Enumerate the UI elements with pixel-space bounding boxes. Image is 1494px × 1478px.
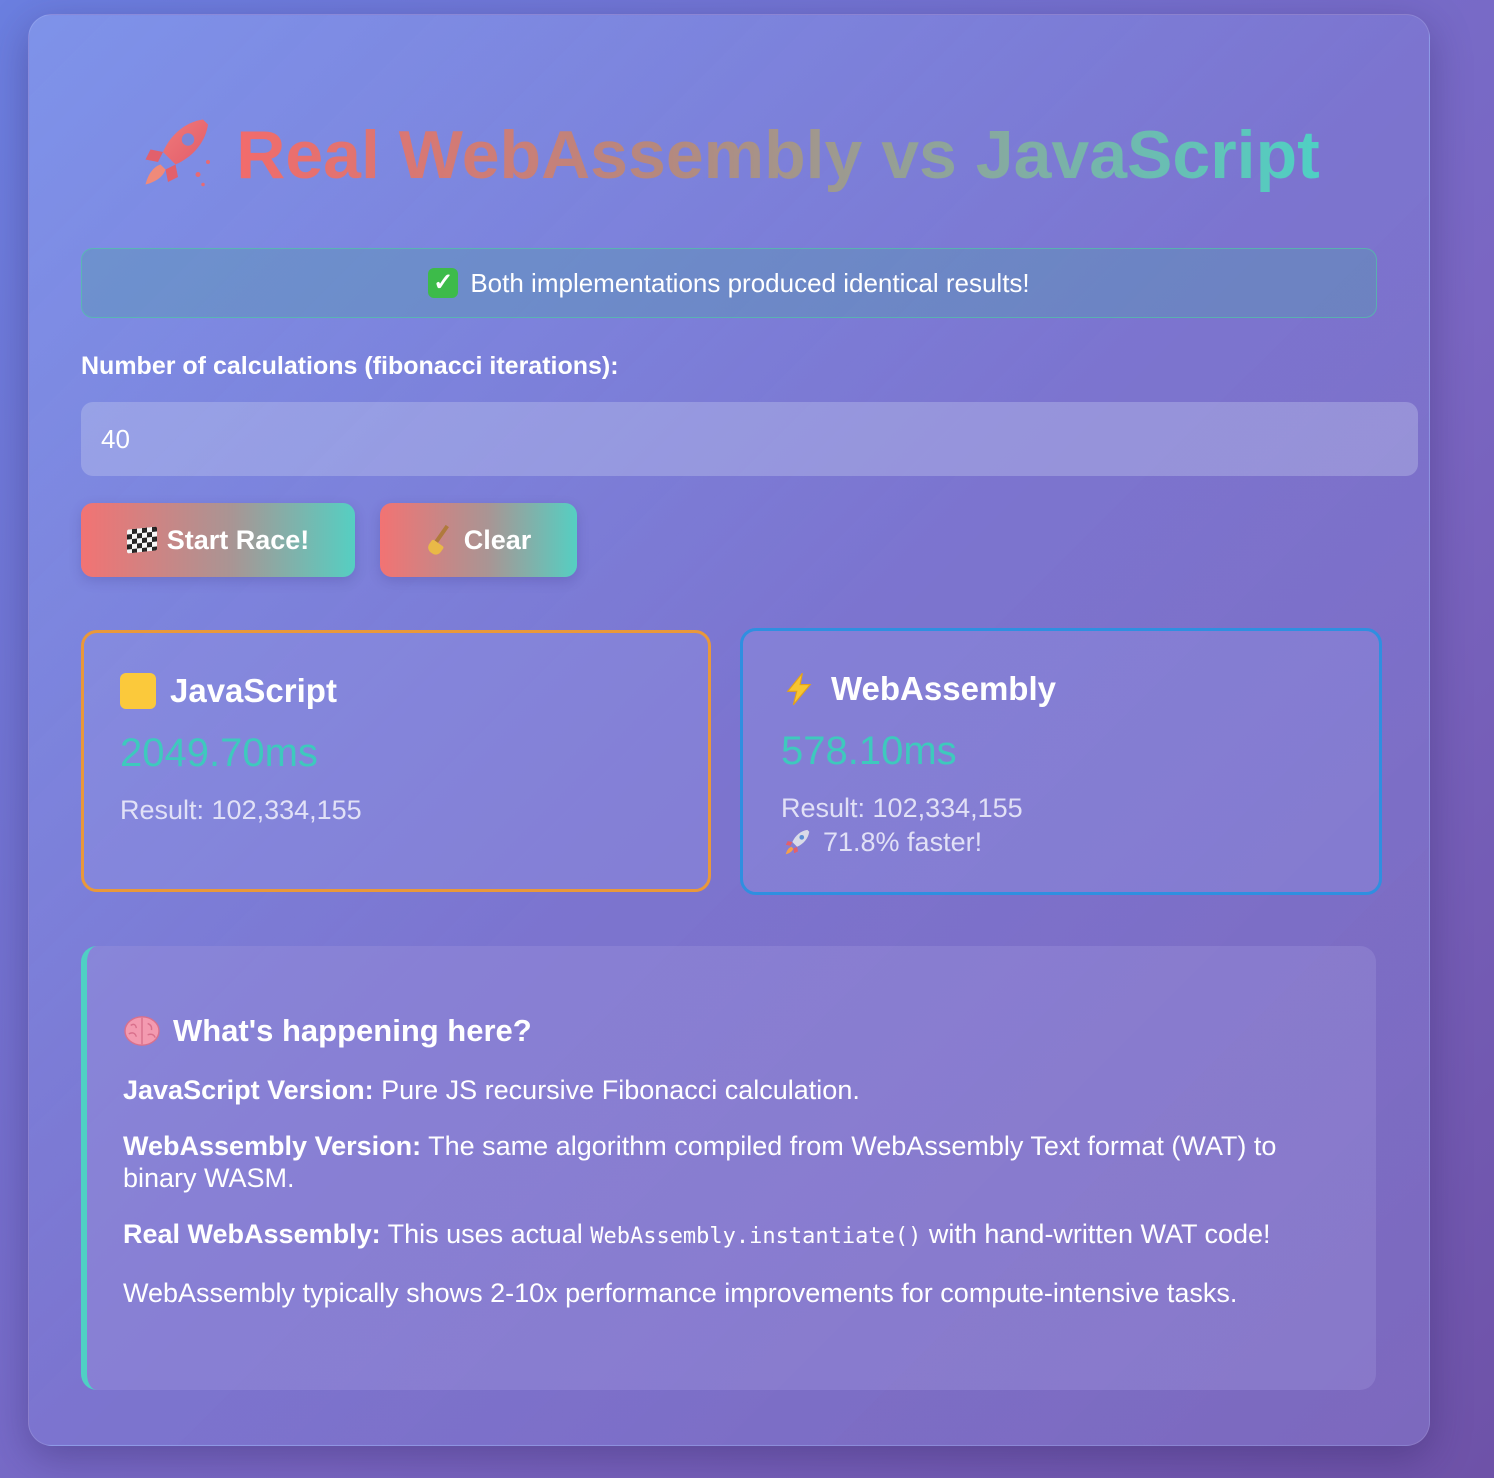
webassembly-result: Result: 102,334,155 xyxy=(781,793,1023,823)
title-text: Real WebAssembly vs JavaScript xyxy=(236,117,1320,193)
real-webassembly-text-after: with hand-written WAT code! xyxy=(921,1219,1271,1249)
clear-button[interactable]: Clear xyxy=(380,503,577,577)
rocket-icon xyxy=(145,119,211,187)
webassembly-card-title: WebAssembly xyxy=(781,669,1343,709)
explanation-panel: What's happening here? JavaScript Versio… xyxy=(81,946,1376,1390)
javascript-title-text: JavaScript xyxy=(170,672,337,709)
real-webassembly-label: Real WebAssembly: xyxy=(123,1219,381,1249)
javascript-explanation: JavaScript Version: Pure JS recursive Fi… xyxy=(123,1074,1340,1106)
javascript-time: 2049.70ms xyxy=(120,731,318,775)
iterations-input[interactable] xyxy=(81,402,1418,476)
javascript-explanation-label: JavaScript Version: xyxy=(123,1075,374,1105)
brain-icon xyxy=(124,1016,160,1046)
javascript-result-card: JavaScript 2049.70ms Result: 102,334,155 xyxy=(81,630,711,892)
start-race-button[interactable]: Start Race! xyxy=(81,503,355,577)
broom-icon xyxy=(426,526,454,554)
rocket-icon xyxy=(785,829,810,855)
explanation-heading: What's happening here? xyxy=(123,1012,1340,1050)
clear-label: Clear xyxy=(463,524,532,555)
speedup-text: 71.8% faster! xyxy=(823,827,983,857)
page-title: Real WebAssembly vs JavaScript xyxy=(0,112,1456,197)
instantiate-code: WebAssembly.instantiate() xyxy=(590,1224,922,1249)
webassembly-explanation-label: WebAssembly Version: xyxy=(123,1131,422,1161)
start-race-label: Start Race! xyxy=(166,524,310,555)
checkered-flag-icon xyxy=(126,526,157,554)
javascript-card-title: JavaScript xyxy=(120,671,672,711)
javascript-explanation-text: Pure JS recursive Fibonacci calculation. xyxy=(373,1075,860,1105)
webassembly-result-card: WebAssembly 578.10ms Result: 102,334,155… xyxy=(740,628,1382,895)
webassembly-time: 578.10ms xyxy=(781,729,957,773)
javascript-result: Result: 102,334,155 xyxy=(120,795,362,825)
real-webassembly-explanation: Real WebAssembly: This uses actual WebAs… xyxy=(123,1218,1340,1253)
explanation-heading-text: What's happening here? xyxy=(173,1013,532,1048)
check-mark-icon: ✓ xyxy=(428,268,459,298)
success-message: Both implementations produced identical … xyxy=(470,267,1030,298)
performance-note: WebAssembly typically shows 2-10x perfor… xyxy=(123,1278,1238,1308)
webassembly-title-text: WebAssembly xyxy=(831,670,1056,707)
lightning-icon xyxy=(786,672,812,706)
iterations-label: Number of calculations (fibonacci iterat… xyxy=(81,352,619,380)
yellow-square-icon xyxy=(120,673,156,709)
speedup-line: 71.8% faster! xyxy=(781,825,1343,859)
real-webassembly-text-before: This uses actual xyxy=(380,1219,591,1249)
webassembly-explanation: WebAssembly Version: The same algorithm … xyxy=(123,1130,1340,1194)
success-banner: ✓ Both implementations produced identica… xyxy=(81,248,1377,318)
